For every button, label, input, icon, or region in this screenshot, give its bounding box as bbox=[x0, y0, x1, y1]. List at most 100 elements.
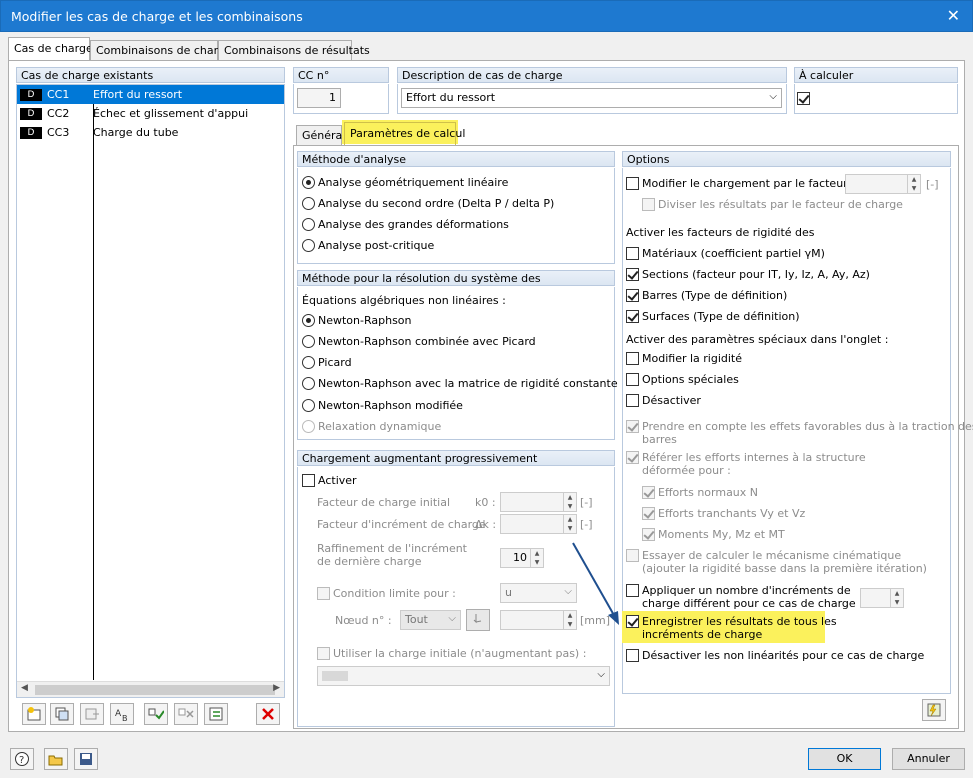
k0-label: k0 : bbox=[475, 496, 496, 509]
dk-label: Δk : bbox=[475, 518, 497, 531]
node-select[interactable]: Tout ⌵ bbox=[400, 610, 461, 630]
annotation-arrow-icon bbox=[572, 542, 619, 625]
radio-post-critical[interactable]: Analyse post-critique bbox=[302, 239, 434, 252]
sections-checkbox[interactable]: Sections (facteur pour IT, Iy, Iz, A, Ay… bbox=[626, 268, 870, 281]
radio-picard[interactable]: Picard bbox=[302, 356, 352, 369]
favorable-line2: barres bbox=[642, 433, 677, 446]
unit-label: [-] bbox=[926, 178, 939, 191]
check-all-icon[interactable] bbox=[144, 703, 168, 725]
boundary-checkbox[interactable]: Condition limite pour : bbox=[317, 587, 456, 600]
deactivate-checkbox[interactable]: Désactiver bbox=[626, 394, 701, 407]
calculate-box bbox=[794, 84, 958, 114]
save-icon[interactable] bbox=[74, 748, 98, 770]
svg-text:B: B bbox=[122, 714, 128, 722]
mechanism-checkbox[interactable]: Essayer de calculer le mécanisme cinémat… bbox=[626, 549, 901, 562]
save-results-line2: incréments de charge bbox=[642, 628, 763, 641]
options-title: Options bbox=[622, 151, 951, 167]
radio-newton-raphson[interactable]: Newton-Raphson bbox=[302, 314, 412, 327]
special-options-checkbox[interactable]: Options spéciales bbox=[626, 373, 739, 386]
svg-text:A: A bbox=[115, 709, 122, 719]
calculate-checkbox[interactable] bbox=[797, 92, 813, 105]
node-label: Nœud n° : bbox=[335, 614, 392, 627]
swap-icon[interactable] bbox=[204, 703, 228, 725]
shear-forces-checkbox[interactable]: Efforts tranchants Vy et Vz bbox=[642, 507, 805, 520]
mechanism-line2: (ajouter la rigidité basse dans la premi… bbox=[642, 562, 927, 575]
tab-calc-params[interactable]: Paramètres de calcul bbox=[344, 122, 465, 145]
radio-large-deformation[interactable]: Analyse des grandes déformations bbox=[302, 218, 509, 231]
radio-geometric-linear[interactable]: Analyse géométriquement linéaire bbox=[302, 176, 508, 189]
refine-input[interactable]: 10 ▲ ▼ bbox=[500, 548, 544, 568]
deactivate-nonlinear-checkbox[interactable]: Désactiver les non linéarités pour ce ca… bbox=[626, 649, 924, 662]
moments-checkbox[interactable]: Moments My, Mz et MT bbox=[642, 528, 785, 541]
radio-second-order[interactable]: Analyse du second ordre (Delta P / delta… bbox=[302, 197, 554, 210]
description-label: Description de cas de charge bbox=[397, 67, 787, 83]
progressive-title: Chargement augmentant progressivement bbox=[297, 450, 615, 466]
cc-number-field[interactable]: 1 bbox=[297, 88, 341, 108]
copy-load-case-icon[interactable] bbox=[50, 703, 74, 725]
sort-icon[interactable]: AB bbox=[110, 703, 134, 725]
open-icon[interactable] bbox=[44, 748, 68, 770]
tab-load-cases[interactable]: Cas de charge bbox=[8, 37, 93, 60]
solver-subtitle: Équations algébriques non linéaires : bbox=[302, 294, 506, 307]
normal-forces-checkbox[interactable]: Efforts normaux N bbox=[642, 486, 758, 499]
help-icon[interactable]: ? bbox=[10, 748, 34, 770]
tab-result-combinations[interactable]: Combinaisons de résultats bbox=[218, 40, 370, 60]
save-results-checkbox[interactable]: Enregistrer les résultats de tous les bbox=[626, 615, 837, 628]
surfaces-checkbox[interactable]: Surfaces (Type de définition) bbox=[626, 310, 800, 323]
modify-factor-checkbox[interactable]: Modifier le chargement par le facteur : bbox=[626, 177, 855, 190]
radio-nr-picard[interactable]: Newton-Raphson combinée avec Picard bbox=[302, 335, 536, 348]
divide-results-checkbox[interactable]: Diviser les résultats par le facteur de … bbox=[642, 198, 903, 211]
radio-nr-constant[interactable]: Newton-Raphson avec la matrice de rigidi… bbox=[302, 377, 618, 390]
refine-label: Raffinement de l'incrément de dernière c… bbox=[317, 542, 467, 568]
pick-node-icon[interactable] bbox=[466, 609, 490, 631]
renumber-icon[interactable] bbox=[80, 703, 104, 725]
initial-load-checkbox[interactable]: Utiliser la charge initiale (n'augmentan… bbox=[317, 647, 586, 660]
increment-factor-input[interactable]: ▲ ▼ bbox=[500, 514, 577, 534]
unit-label: [-] bbox=[580, 518, 593, 531]
initial-load-select[interactable]: ⌵ bbox=[317, 666, 610, 686]
chevron-down-icon: ⌵ bbox=[448, 613, 456, 624]
window-title: Modifier les cas de charge et les combin… bbox=[11, 9, 303, 24]
materials-checkbox[interactable]: Matériaux (coefficient partiel γM) bbox=[626, 247, 825, 260]
options-settings-icon[interactable] bbox=[922, 699, 946, 721]
chevron-down-icon[interactable]: ⌵ bbox=[769, 91, 777, 102]
list-divider bbox=[93, 104, 94, 680]
delete-icon[interactable] bbox=[256, 703, 280, 725]
close-icon[interactable]: ✕ bbox=[947, 6, 960, 25]
list-item[interactable]: D CC1 Effort du ressort bbox=[17, 85, 284, 104]
tab-load-combinations[interactable]: Combinaisons de charge bbox=[90, 40, 232, 60]
horizontal-scrollbar[interactable]: ◀ ▶ bbox=[17, 681, 284, 697]
analysis-method-title: Méthode d'analyse bbox=[297, 151, 615, 167]
new-load-case-icon[interactable] bbox=[22, 703, 46, 725]
unit-label: [-] bbox=[580, 496, 593, 509]
increments-input[interactable]: ▲ ▼ bbox=[860, 588, 904, 608]
activate-checkbox[interactable]: Activer bbox=[302, 474, 357, 487]
favorable-checkbox[interactable]: Prendre en compte les effets favorables … bbox=[626, 420, 973, 433]
tab-general[interactable]: Général bbox=[296, 125, 345, 145]
uncheck-all-icon[interactable] bbox=[174, 703, 198, 725]
solver-method-title: Méthode pour la résolution du système de… bbox=[297, 270, 615, 286]
chevron-down-icon: ⌵ bbox=[597, 669, 605, 680]
apply-increments-checkbox[interactable]: Appliquer un nombre d'incréments de bbox=[626, 584, 851, 597]
cc-number-label: CC n° bbox=[293, 67, 389, 83]
refer-forces-checkbox[interactable]: Référer les efforts internes à la struct… bbox=[626, 451, 866, 464]
title-bar: Modifier les cas de charge et les combin… bbox=[0, 0, 973, 32]
cancel-button[interactable]: Annuler bbox=[892, 748, 965, 770]
ok-button[interactable]: OK bbox=[808, 748, 881, 770]
bars-checkbox[interactable]: Barres (Type de définition) bbox=[626, 289, 787, 302]
list-item[interactable]: D CC2 Échec et glissement d'appui bbox=[17, 104, 284, 123]
special-heading: Activer des paramètres spéciaux dans l'o… bbox=[626, 333, 889, 346]
description-select[interactable]: Effort du ressort ⌵ bbox=[401, 88, 782, 108]
refer-forces-line2: déformée pour : bbox=[642, 464, 731, 477]
initial-factor-input[interactable]: ▲ ▼ bbox=[500, 492, 577, 512]
modify-stiffness-checkbox[interactable]: Modifier la rigidité bbox=[626, 352, 742, 365]
stiffness-heading: Activer les facteurs de rigidité des bbox=[626, 226, 815, 239]
increment-factor-label: Facteur d'incrément de charge bbox=[317, 518, 486, 531]
svg-text:?: ? bbox=[19, 755, 24, 766]
radio-dynamic-relaxation[interactable]: Relaxation dynamique bbox=[302, 420, 441, 433]
list-item[interactable]: D CC3 Charge du tube bbox=[17, 123, 284, 142]
scrollbar-thumb[interactable] bbox=[35, 685, 275, 695]
list-header: Cas de charge existants bbox=[16, 67, 285, 83]
radio-nr-modified[interactable]: Newton-Raphson modifiée bbox=[302, 399, 463, 412]
modify-factor-input[interactable]: ▲ ▼ bbox=[845, 174, 921, 194]
